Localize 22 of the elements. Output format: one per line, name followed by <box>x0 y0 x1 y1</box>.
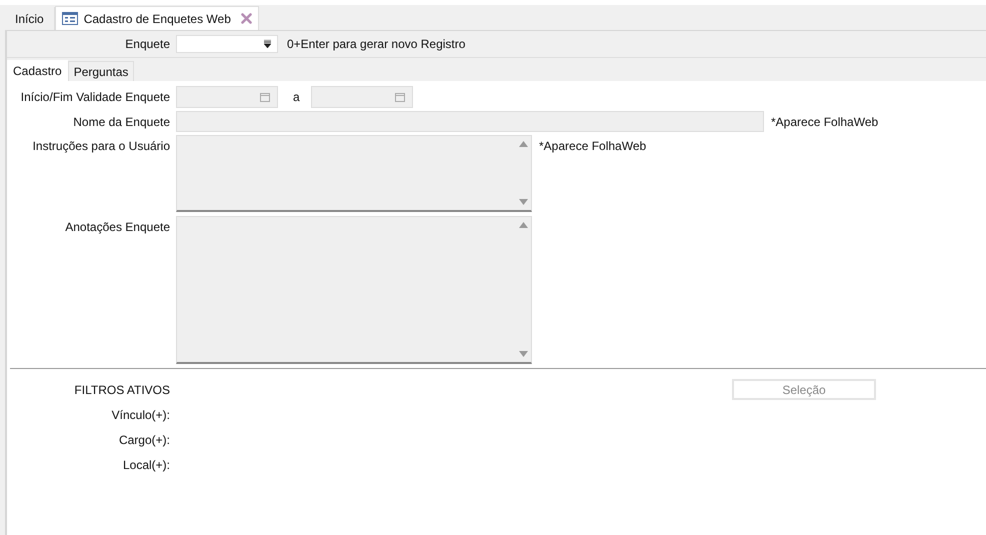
section-title: FILTROS ATIVOS <box>73 382 171 396</box>
field-label: Instruções para o Usuário <box>32 138 171 153</box>
field-label: Anotações Enquete <box>64 219 171 234</box>
form-tab[interactable]: Cadastro <box>7 60 68 81</box>
enquete-dropdown[interactable] <box>176 35 278 53</box>
range-separator: a <box>293 90 300 104</box>
filter-label: Cargo(+): <box>118 432 171 446</box>
note-text: *Aparece FolhaWeb <box>539 138 646 153</box>
filter-label: Vínculo(+): <box>110 408 171 422</box>
document-tab[interactable]: Cadastro de Enquetes Web <box>54 6 259 30</box>
filter-label: Local(+): <box>122 458 171 472</box>
field-label: Enquete <box>124 37 171 51</box>
field-label: Nome da Enquete <box>72 114 171 128</box>
form-tab[interactable]: Perguntas <box>68 61 134 81</box>
calendar-icon <box>394 92 405 102</box>
calendar-icon <box>260 92 270 102</box>
note-text: *Aparece FolhaWeb <box>771 114 878 128</box>
form-icon <box>62 12 78 25</box>
hint-text: 0+Enter para gerar novo Registro <box>287 37 466 51</box>
dropdown-arrow-icon <box>264 40 271 48</box>
close-icon[interactable] <box>240 13 252 24</box>
field-label: Início/Fim Validade Enquete <box>20 90 171 104</box>
